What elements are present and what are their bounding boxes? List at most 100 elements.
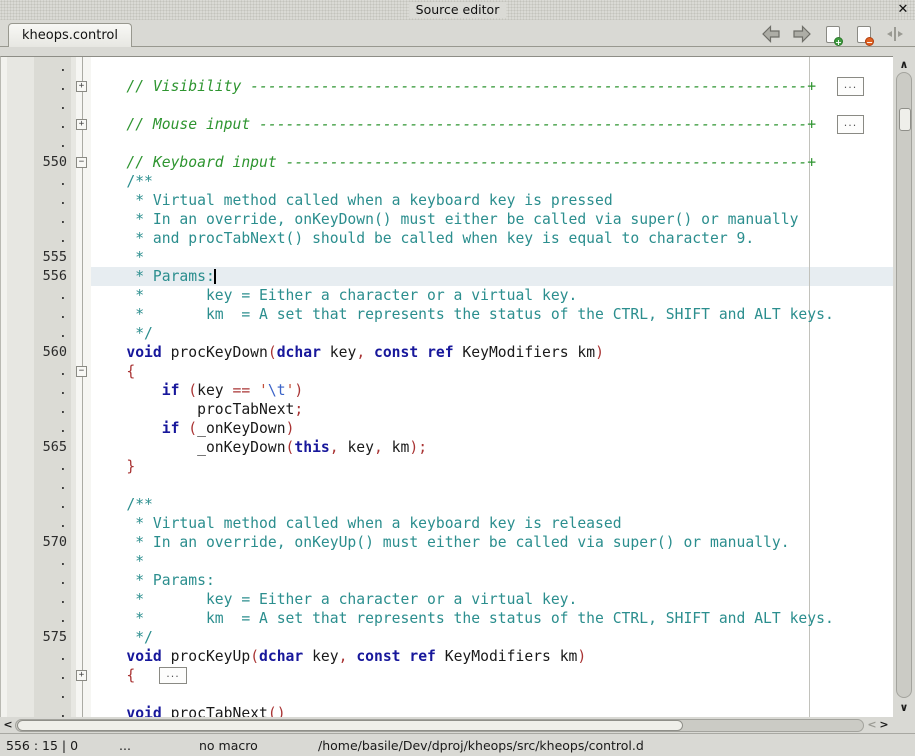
minus-badge-icon: − xyxy=(865,37,874,46)
fold-collapse-marker[interactable]: − xyxy=(76,157,87,168)
line-number: 560 xyxy=(34,343,67,362)
code-text: void procKeyUp(dchar key, const ref KeyM… xyxy=(91,647,586,666)
code-line[interactable]: . if (_onKeyDown) xyxy=(1,419,893,438)
code-text: * xyxy=(91,248,144,267)
code-line[interactable]: . void procTabNext() xyxy=(1,704,893,717)
code-line[interactable]: . * Params: xyxy=(1,571,893,590)
code-text: { xyxy=(91,666,135,685)
line-number: 550 xyxy=(34,153,67,172)
line-number: . xyxy=(34,305,67,324)
navigate-forward-icon[interactable] xyxy=(792,24,812,44)
code-line[interactable]: . * km = A set that represents the statu… xyxy=(1,305,893,324)
code-line[interactable]: 560 void procKeyDown(dchar key, const re… xyxy=(1,343,893,362)
horizontal-scrollbar-thumb[interactable] xyxy=(17,720,683,731)
code-line[interactable]: 575 */ xyxy=(1,628,893,647)
code-line[interactable]: . * In an override, onKeyDown() must eit… xyxy=(1,210,893,229)
code-line[interactable]: . /** xyxy=(1,172,893,191)
scroll-left-icon[interactable]: < xyxy=(2,719,14,731)
text-caret xyxy=(214,269,216,284)
code-line[interactable]: 555 * xyxy=(1,248,893,267)
code-line[interactable]: 556 * Params: xyxy=(1,267,893,286)
navigate-back-icon[interactable] xyxy=(761,24,781,44)
line-number: . xyxy=(34,552,67,571)
code-line[interactable]: .+ {... xyxy=(1,666,893,685)
code-line[interactable]: .+ // Visibility -----------------------… xyxy=(1,77,893,96)
code-editor[interactable]: ..+ // Visibility ----------------------… xyxy=(0,56,893,717)
code-line[interactable]: . * key = Either a character or a virtua… xyxy=(1,590,893,609)
source-editor-window: Source editor ✕ kheops.control + − xyxy=(0,0,915,756)
code-line[interactable]: . if (key == '\t') xyxy=(1,381,893,400)
line-number: 565 xyxy=(34,438,67,457)
line-number: . xyxy=(34,609,67,628)
code-text: // Visibility --------------------------… xyxy=(91,77,816,96)
vertical-scrollbar-track[interactable] xyxy=(896,72,912,698)
code-line[interactable]: 570 * In an override, onKeyUp() must eit… xyxy=(1,533,893,552)
code-text: void procKeyDown(dchar key, const ref Ke… xyxy=(91,343,604,362)
code-line[interactable]: . * Virtual method called when a keyboar… xyxy=(1,191,893,210)
code-line[interactable]: 565 _onKeyDown(this, key, km); xyxy=(1,438,893,457)
line-number: . xyxy=(34,571,67,590)
window-title: Source editor xyxy=(409,2,507,18)
new-document-icon[interactable]: + xyxy=(823,24,843,44)
fold-expand-marker[interactable]: + xyxy=(76,670,87,681)
code-line[interactable]: . * km = A set that represents the statu… xyxy=(1,609,893,628)
line-number: . xyxy=(34,381,67,400)
code-line[interactable]: . xyxy=(1,58,893,77)
scrollbar-corner xyxy=(893,718,915,733)
line-number: . xyxy=(34,704,67,717)
code-text: procTabNext; xyxy=(91,400,303,419)
collapsed-fold-box[interactable]: ... xyxy=(159,667,187,684)
code-line[interactable]: . * xyxy=(1,552,893,571)
code-line[interactable]: 550− // Keyboard input -----------------… xyxy=(1,153,893,172)
code-line[interactable]: . /** xyxy=(1,495,893,514)
tabbar: kheops.control + − xyxy=(0,20,915,47)
code-text: /** xyxy=(91,495,153,514)
close-document-icon[interactable]: − xyxy=(854,24,874,44)
line-number: . xyxy=(34,324,67,343)
scroll-down-icon[interactable]: ∨ xyxy=(898,702,910,714)
vertical-scrollbar-thumb[interactable] xyxy=(899,108,911,131)
code-line[interactable]: . * Virtual method called when a keyboar… xyxy=(1,514,893,533)
horizontal-scrollbar[interactable]: < < > xyxy=(0,718,893,733)
collapsed-fold-box[interactable]: ... xyxy=(837,77,864,96)
line-number: 555 xyxy=(34,248,67,267)
file-path: /home/basile/Dev/dproj/kheops/src/kheops… xyxy=(318,737,644,754)
collapsed-fold-box[interactable]: ... xyxy=(837,115,864,134)
code-text: * km = A set that represents the status … xyxy=(91,305,834,324)
line-number: . xyxy=(34,134,67,153)
code-line[interactable]: . xyxy=(1,134,893,153)
line-number: . xyxy=(34,362,67,381)
code-text: * key = Either a character or a virtual … xyxy=(91,286,577,305)
horizontal-scrollbar-track[interactable] xyxy=(15,719,864,732)
code-line[interactable]: . * and procTabNext() should be called w… xyxy=(1,229,893,248)
code-line[interactable]: . procTabNext; xyxy=(1,400,893,419)
vertical-scrollbar[interactable]: ∧ ∨ xyxy=(893,56,915,717)
titlebar[interactable]: Source editor ✕ xyxy=(0,0,915,20)
tab-kheops-control[interactable]: kheops.control xyxy=(8,23,132,47)
line-number: 556 xyxy=(34,267,67,286)
line-number: . xyxy=(34,229,67,248)
close-icon[interactable]: ✕ xyxy=(895,1,911,17)
fold-collapse-marker[interactable]: − xyxy=(76,366,87,377)
code-line[interactable]: . xyxy=(1,476,893,495)
code-line[interactable]: . void procKeyUp(dchar key, const ref Ke… xyxy=(1,647,893,666)
statusbar: 556 : 15 | 0 ... no macro /home/basile/D… xyxy=(0,733,915,756)
scroll-up-icon[interactable]: ∧ xyxy=(898,59,910,71)
split-view-icon[interactable] xyxy=(885,24,905,44)
code-line[interactable]: .+ // Mouse input ----------------------… xyxy=(1,115,893,134)
code-line[interactable]: . */ xyxy=(1,324,893,343)
fold-expand-marker[interactable]: + xyxy=(76,119,87,130)
caret-position: 556 : 15 | 0 xyxy=(6,737,78,754)
line-number: . xyxy=(34,647,67,666)
fold-expand-marker[interactable]: + xyxy=(76,81,87,92)
scroll-left-secondary-icon[interactable]: < xyxy=(866,719,878,731)
code-line[interactable]: . xyxy=(1,96,893,115)
code-line[interactable]: . * key = Either a character or a virtua… xyxy=(1,286,893,305)
document-glyph: + xyxy=(826,26,840,43)
code-line[interactable]: .− { xyxy=(1,362,893,381)
line-number: . xyxy=(34,400,67,419)
code-rows[interactable]: ..+ // Visibility ----------------------… xyxy=(1,58,893,717)
code-line[interactable]: . xyxy=(1,685,893,704)
scroll-right-icon[interactable]: > xyxy=(878,719,890,731)
code-line[interactable]: . } xyxy=(1,457,893,476)
